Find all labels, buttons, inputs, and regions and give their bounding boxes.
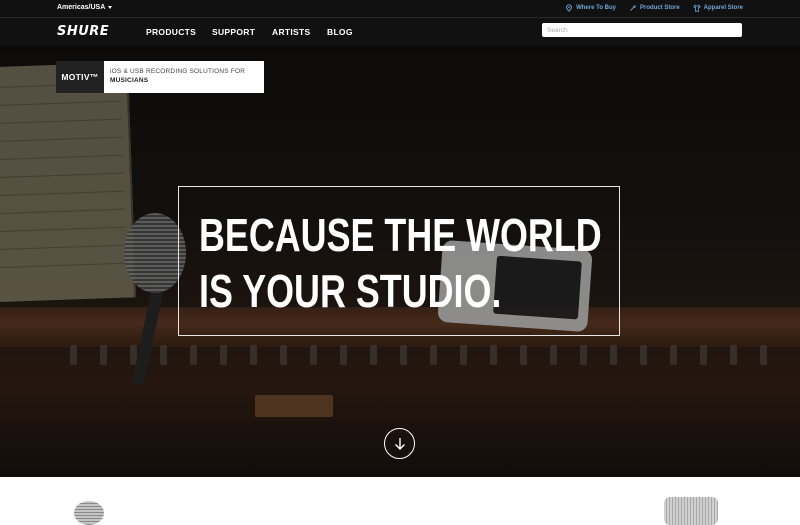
nav-blog[interactable]: BLOG bbox=[327, 27, 353, 37]
tagline-line-1: iOS & USB RECORDING SOLUTIONS FOR bbox=[110, 68, 246, 75]
product-image-right[interactable] bbox=[664, 497, 718, 525]
shure-logo[interactable]: SHURE bbox=[57, 24, 109, 39]
product-strip bbox=[0, 477, 800, 525]
headline-line-2: IS YOUR STUDIO. bbox=[199, 265, 502, 317]
nav-support[interactable]: SUPPORT bbox=[212, 27, 255, 37]
hero-headline: BECAUSE THE WORLD IS YOUR STUDIO. bbox=[199, 207, 602, 319]
motiv-badge[interactable]: MOTIV™ iOS & USB RECORDING SOLUTIONS FOR… bbox=[56, 61, 264, 93]
apparel-store-link[interactable]: Apparel Store bbox=[692, 4, 743, 12]
caret-down-icon bbox=[108, 5, 113, 9]
product-store-label: Product Store bbox=[639, 5, 680, 11]
nav-products[interactable]: PRODUCTS bbox=[146, 27, 196, 37]
wrench-icon bbox=[630, 5, 636, 11]
location-pin-icon bbox=[566, 4, 572, 12]
main-navigation: SHURE PRODUCTS SUPPORT ARTISTS BLOG bbox=[0, 18, 800, 45]
region-selector[interactable]: Americas/USA bbox=[57, 4, 113, 11]
product-store-link[interactable]: Product Store bbox=[629, 4, 680, 12]
where-to-buy-link[interactable]: Where To Buy bbox=[565, 4, 616, 12]
search-input[interactable] bbox=[542, 23, 742, 37]
tagline-line-2: MUSICIANS bbox=[110, 77, 149, 84]
headline-line-1: BECAUSE THE WORLD bbox=[199, 209, 602, 261]
motiv-brand-label: MOTIV™ bbox=[56, 61, 104, 93]
where-to-buy-label: Where To Buy bbox=[576, 5, 616, 11]
shirt-icon bbox=[692, 4, 701, 12]
scroll-down-button[interactable] bbox=[384, 428, 415, 459]
utility-links: Where To Buy Product Store Apparel Store bbox=[565, 4, 743, 12]
region-label: Americas/USA bbox=[57, 4, 106, 11]
headline-frame: BECAUSE THE WORLD IS YOUR STUDIO. bbox=[178, 186, 620, 336]
apparel-store-label: Apparel Store bbox=[703, 5, 743, 11]
hero-banner: MOTIV™ iOS & USB RECORDING SOLUTIONS FOR… bbox=[0, 45, 800, 477]
arrow-down-icon bbox=[394, 437, 405, 450]
nav-artists[interactable]: ARTISTS bbox=[272, 27, 310, 37]
utility-bar: Americas/USA Where To Buy Product Store … bbox=[0, 0, 800, 18]
product-image-left[interactable] bbox=[74, 501, 104, 525]
motiv-tagline: iOS & USB RECORDING SOLUTIONS FOR MUSICI… bbox=[104, 61, 251, 93]
